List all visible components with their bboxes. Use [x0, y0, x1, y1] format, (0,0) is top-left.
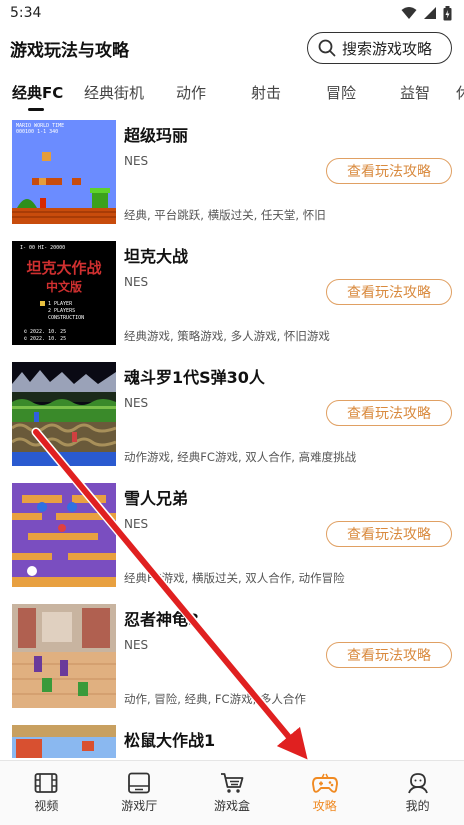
game-title[interactable]: 忍者神龟3: [124, 606, 199, 630]
svg-text:1 PLAYER: 1 PLAYER: [48, 301, 73, 307]
game-tags: 动作, 冒险, 经典, FC游戏, 多人合作: [124, 692, 306, 706]
game-thumbnail[interactable]: [12, 725, 116, 758]
category-tabs: 经典FC 经典街机 动作 射击 冒险 益智 休: [0, 70, 464, 114]
tab-classic-arcade[interactable]: 经典街机: [84, 82, 144, 103]
wifi-icon: [401, 7, 417, 19]
game-title[interactable]: 超级玛丽: [124, 122, 188, 146]
nav-label: 游戏厅: [121, 799, 158, 813]
game-tags: 动作游戏, 经典FC游戏, 双人合作, 高难度挑战: [124, 450, 357, 464]
tab-casual[interactable]: 休: [456, 82, 464, 103]
svg-text:000100 1-1 340: 000100 1-1 340: [16, 129, 58, 135]
game-item-chip-n-dale[interactable]: 松鼠大作战1: [0, 721, 464, 758]
view-guide-button[interactable]: 查看玩法攻略: [326, 158, 452, 184]
game-tags: 经典FC游戏, 横版过关, 双人合作, 动作冒险: [124, 571, 345, 585]
nav-item-profile[interactable]: 我的: [371, 761, 464, 825]
game-tags: 经典, 平台跳跃, 横版过关, 任天堂, 怀旧: [124, 208, 326, 222]
svg-text:CONSTRUCTION: CONSTRUCTION: [48, 315, 84, 321]
svg-text:© 2022. 10. 25: © 2022. 10. 25: [24, 329, 66, 335]
game-item-contra[interactable]: 魂斗罗1代S弹30人 NES 查看玩法攻略 动作游戏, 经典FC游戏, 双人合作…: [0, 358, 464, 479]
tab-classic-fc[interactable]: 经典FC: [12, 82, 63, 103]
nav-item-arcade[interactable]: 游戏厅: [93, 761, 186, 825]
nav-item-guides[interactable]: 攻略: [278, 761, 371, 825]
status-icons: [401, 5, 452, 21]
search-icon: [318, 39, 336, 57]
tab-shooting[interactable]: 射击: [251, 82, 281, 103]
game-platform: NES: [124, 396, 149, 410]
game-thumbnail[interactable]: [12, 604, 116, 708]
nav-item-video[interactable]: 视频: [0, 761, 93, 825]
bottom-nav: 视频 游戏厅 游戏盒 攻略 我的: [0, 760, 464, 825]
view-guide-button[interactable]: 查看玩法攻略: [326, 521, 452, 547]
search-input[interactable]: 搜索游戏攻略: [307, 32, 452, 64]
game-platform: NES: [124, 517, 149, 531]
search-placeholder: 搜索游戏攻略: [342, 39, 433, 58]
game-thumbnail[interactable]: [12, 483, 116, 587]
status-time: 5:34: [10, 5, 42, 21]
nav-label: 我的: [405, 799, 430, 813]
nav-label: 游戏盒: [213, 799, 250, 813]
game-title[interactable]: 坦克大战: [124, 243, 188, 267]
svg-text:© 2022. 10. 25: © 2022. 10. 25: [24, 336, 66, 342]
active-tab-indicator: [28, 108, 44, 111]
tab-action[interactable]: 动作: [176, 82, 206, 103]
nav-item-game-box[interactable]: 游戏盒: [186, 761, 279, 825]
game-platform: NES: [124, 154, 149, 168]
arcade-icon: [128, 772, 151, 794]
person-icon: [407, 773, 428, 794]
game-item-battle-city[interactable]: I- 00 HI- 20000 坦克大作战 中文版 1 PLAYER 2 PLA…: [0, 237, 464, 358]
game-list[interactable]: MARIO WORLD TIME 000100 1-1 340 超级玛丽 NES…: [0, 116, 464, 758]
game-item-super-mario[interactable]: MARIO WORLD TIME 000100 1-1 340 超级玛丽 NES…: [0, 116, 464, 237]
game-item-snow-bros[interactable]: 雪人兄弟 NES 查看玩法攻略 经典FC游戏, 横版过关, 双人合作, 动作冒险: [0, 479, 464, 600]
game-item-tmnt3[interactable]: 忍者神龟3 NES 查看玩法攻略 动作, 冒险, 经典, FC游戏, 多人合作: [0, 600, 464, 721]
tank-logo-title: 坦克大作战: [26, 259, 101, 277]
game-title[interactable]: 魂斗罗1代S弹30人: [124, 364, 265, 388]
film-icon: [34, 773, 58, 793]
tab-adventure[interactable]: 冒险: [326, 82, 356, 103]
game-thumbnail[interactable]: MARIO WORLD TIME 000100 1-1 340: [12, 120, 116, 224]
signal-icon: [424, 7, 436, 19]
view-guide-button[interactable]: 查看玩法攻略: [326, 400, 452, 426]
game-platform: NES: [124, 638, 149, 652]
view-guide-button[interactable]: 查看玩法攻略: [326, 279, 452, 305]
nav-label: 视频: [34, 799, 59, 813]
game-title[interactable]: 松鼠大作战1: [124, 727, 215, 751]
svg-text:I- 00 HI- 20000: I- 00 HI- 20000: [20, 245, 65, 251]
gamepad-icon: [311, 773, 338, 793]
game-thumbnail[interactable]: [12, 362, 116, 466]
game-platform: NES: [124, 275, 149, 289]
svg-text:2 PLAYERS: 2 PLAYERS: [48, 308, 75, 314]
header: 游戏玩法与攻略 搜索游戏攻略: [0, 28, 464, 68]
game-tags: 经典游戏, 策略游戏, 多人游戏, 怀旧游戏: [124, 329, 330, 343]
status-bar: 5:34: [0, 0, 464, 26]
game-title[interactable]: 雪人兄弟: [124, 485, 188, 509]
cart-icon: [220, 773, 244, 793]
view-guide-button[interactable]: 查看玩法攻略: [326, 642, 452, 668]
game-thumbnail[interactable]: I- 00 HI- 20000 坦克大作战 中文版 1 PLAYER 2 PLA…: [12, 241, 116, 345]
tab-puzzle[interactable]: 益智: [400, 82, 430, 103]
tank-logo-subtitle: 中文版: [46, 279, 82, 294]
page-title: 游戏玩法与攻略: [10, 40, 129, 61]
nav-label: 攻略: [312, 799, 337, 813]
battery-icon: [443, 5, 452, 20]
